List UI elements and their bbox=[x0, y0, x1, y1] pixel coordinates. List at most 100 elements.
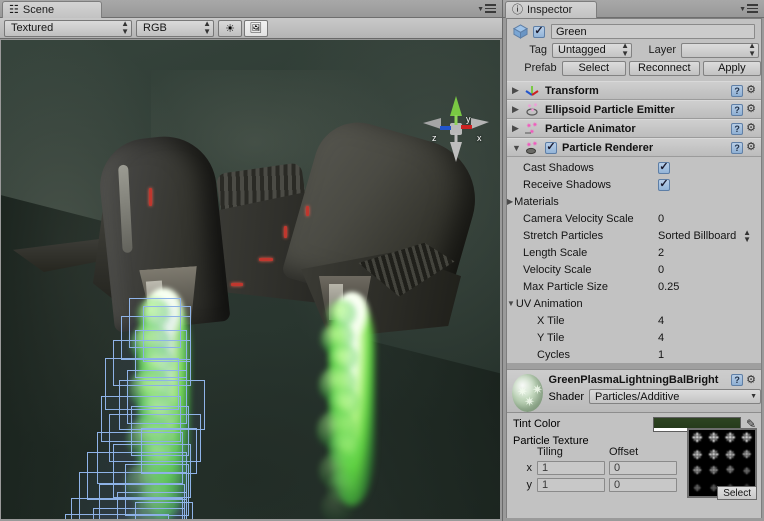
scene-viewport[interactable]: y x z bbox=[1, 40, 500, 519]
component-row-icons: ?⚙ bbox=[731, 123, 761, 135]
tab-inspector[interactable]: ⓘ Inspector bbox=[505, 1, 597, 18]
svg-text:✷: ✷ bbox=[530, 107, 535, 114]
property-label: Receive Shadows bbox=[507, 179, 611, 191]
help-icon[interactable]: ? bbox=[731, 142, 743, 154]
hull-light bbox=[284, 226, 287, 238]
property-value[interactable]: 2 bbox=[658, 247, 664, 259]
prefab-apply-button[interactable]: Apply bbox=[703, 61, 761, 76]
scene-orientation-gizmo[interactable]: y x z bbox=[419, 92, 493, 166]
gear-icon[interactable]: ⚙ bbox=[746, 85, 756, 96]
lighting-toggle-button[interactable]: ☀ bbox=[218, 20, 242, 37]
particle-emitter-icon: ✷✷✷ bbox=[524, 102, 540, 117]
tint-color-label: Tint Color bbox=[513, 418, 560, 430]
tag-value: Untagged bbox=[558, 44, 606, 56]
inspector-panel-menu[interactable]: ▼ bbox=[739, 4, 758, 15]
property-label: Camera Velocity Scale bbox=[507, 213, 634, 225]
property-value[interactable]: 4 bbox=[658, 332, 664, 344]
particle-bounds-wireframe bbox=[135, 502, 193, 519]
property-value[interactable]: 0 bbox=[658, 264, 664, 276]
tag-label: Tag bbox=[513, 44, 547, 56]
property-row-camera-velocity-scale: Camera Velocity Scale 0 bbox=[507, 210, 761, 227]
help-icon[interactable]: ? bbox=[731, 123, 743, 135]
help-icon[interactable]: ? bbox=[731, 85, 743, 97]
tiling-x-field[interactable]: 1 bbox=[537, 461, 605, 475]
hamburger-menu-icon bbox=[747, 4, 758, 15]
component-row-ellipsoid-particle-emitter[interactable]: ▶✷✷✷Ellipsoid Particle Emitter?⚙ bbox=[507, 100, 761, 119]
prefab-reconnect-button[interactable]: Reconnect bbox=[629, 61, 700, 76]
property-value[interactable]: Sorted Billboard bbox=[658, 230, 736, 242]
texture-select-button[interactable]: Select bbox=[717, 486, 757, 500]
particle-renderer-icon: ✷✷ bbox=[524, 140, 540, 155]
sparkle-sheet-icon: ❉ bbox=[722, 430, 739, 447]
hamburger-menu-icon bbox=[485, 4, 496, 15]
chevron-down-icon: ▼ bbox=[739, 6, 746, 13]
sparkle-sheet-icon: ❉ bbox=[689, 463, 706, 480]
sparkle-sheet-icon: ❉ bbox=[689, 430, 706, 447]
updown-arrows-icon: ▲▼ bbox=[121, 20, 128, 36]
gear-icon[interactable]: ⚙ bbox=[746, 123, 756, 134]
hash-grid-icon: ☷ bbox=[9, 5, 19, 16]
help-icon[interactable]: ? bbox=[731, 374, 743, 386]
shader-label: Shader bbox=[549, 391, 584, 403]
foldout-open-icon[interactable]: ▼ bbox=[507, 299, 515, 308]
offset-y-field[interactable]: 0 bbox=[609, 478, 677, 492]
property-row-cycles: Cycles1 bbox=[507, 346, 761, 363]
tag-dropdown[interactable]: Untagged ▲▼ bbox=[552, 43, 632, 58]
gear-icon[interactable]: ⚙ bbox=[746, 104, 756, 115]
component-row-icons: ?⚙ bbox=[731, 142, 761, 154]
foldout-open-icon[interactable]: ▼ bbox=[512, 143, 524, 153]
component-enabled-checkbox[interactable]: ✓ bbox=[545, 142, 557, 154]
hull-light bbox=[306, 206, 309, 216]
draw-mode-dropdown[interactable]: Textured ▲▼ bbox=[4, 20, 132, 37]
updown-arrows-icon: ▲▼ bbox=[203, 20, 210, 36]
component-row-particle-renderer[interactable]: ▼✷✷✓Particle Renderer?⚙ bbox=[507, 138, 761, 157]
property-checkbox[interactable]: ✓ bbox=[658, 179, 670, 191]
prefab-select-button[interactable]: Select bbox=[562, 61, 626, 76]
offset-x-field[interactable]: 0 bbox=[609, 461, 677, 475]
gear-icon[interactable]: ⚙ bbox=[746, 142, 756, 153]
help-icon[interactable]: ? bbox=[731, 104, 743, 116]
property-value[interactable]: 1 bbox=[658, 349, 664, 361]
property-checkbox[interactable]: ✓ bbox=[658, 162, 670, 174]
property-value[interactable]: 4 bbox=[658, 315, 664, 327]
property-label: Velocity Scale bbox=[507, 264, 591, 276]
particle-animator-icon: ✷✷✷ bbox=[524, 121, 540, 136]
shader-row: Shader Particles/Additive ▼ bbox=[549, 389, 761, 404]
component-name: Particle Animator bbox=[545, 123, 636, 135]
tiling-y-field[interactable]: 1 bbox=[537, 478, 605, 492]
property-row-velocity-scale: Velocity Scale 0 bbox=[507, 261, 761, 278]
updown-arrows-icon[interactable]: ▲▼ bbox=[743, 229, 751, 243]
gear-icon[interactable]: ⚙ bbox=[746, 375, 756, 386]
property-row-materials: ▶Materials bbox=[507, 193, 761, 210]
component-name: Transform bbox=[545, 85, 599, 97]
foldout-closed-icon[interactable]: ▶ bbox=[512, 104, 524, 115]
sparkle-sheet-icon: ❉ bbox=[689, 480, 706, 497]
render-mode-dropdown[interactable]: RGB ▲▼ bbox=[136, 20, 214, 37]
property-value[interactable]: 0 bbox=[658, 213, 664, 225]
property-label: X Tile bbox=[507, 315, 565, 327]
property-row-cast-shadows: Cast Shadows✓ bbox=[507, 159, 761, 176]
layer-dropdown[interactable]: ▲▼ bbox=[681, 43, 759, 58]
property-label: Y Tile bbox=[507, 332, 564, 344]
foldout-closed-icon[interactable]: ▶ bbox=[512, 85, 524, 96]
fx-toggle-button[interactable]: 🖼 bbox=[244, 20, 268, 37]
property-value[interactable]: 0.25 bbox=[658, 281, 679, 293]
shader-dropdown[interactable]: Particles/Additive ▼ bbox=[589, 389, 761, 404]
scene-panel-menu[interactable]: ▼ bbox=[477, 4, 496, 15]
component-row-particle-animator[interactable]: ▶✷✷✷Particle Animator?⚙ bbox=[507, 119, 761, 138]
component-row-icons: ?⚙ bbox=[731, 85, 761, 97]
component-list: ▶Transform?⚙▶✷✷✷Ellipsoid Particle Emitt… bbox=[507, 81, 761, 157]
sparkle-sheet-icon: ❉ bbox=[706, 447, 723, 464]
svg-text:✷: ✷ bbox=[532, 140, 538, 148]
material-name: GreenPlasmaLightningBalBright bbox=[549, 374, 719, 386]
foldout-closed-icon[interactable]: ▶ bbox=[512, 123, 524, 134]
offset-header: Offset bbox=[609, 446, 681, 458]
image-icon: 🖼 bbox=[250, 23, 263, 34]
component-row-transform[interactable]: ▶Transform?⚙ bbox=[507, 81, 761, 100]
material-header: ✷ ✷ ✷ GreenPlasmaLightningBalBright ? ⚙ … bbox=[507, 369, 761, 413]
tab-scene[interactable]: ☷ Scene bbox=[2, 1, 102, 18]
object-enabled-checkbox[interactable]: ✓ bbox=[533, 26, 545, 38]
svg-text:✷: ✷ bbox=[532, 121, 538, 129]
layer-label: Layer bbox=[638, 44, 676, 56]
object-name-field[interactable]: Green bbox=[551, 24, 755, 39]
